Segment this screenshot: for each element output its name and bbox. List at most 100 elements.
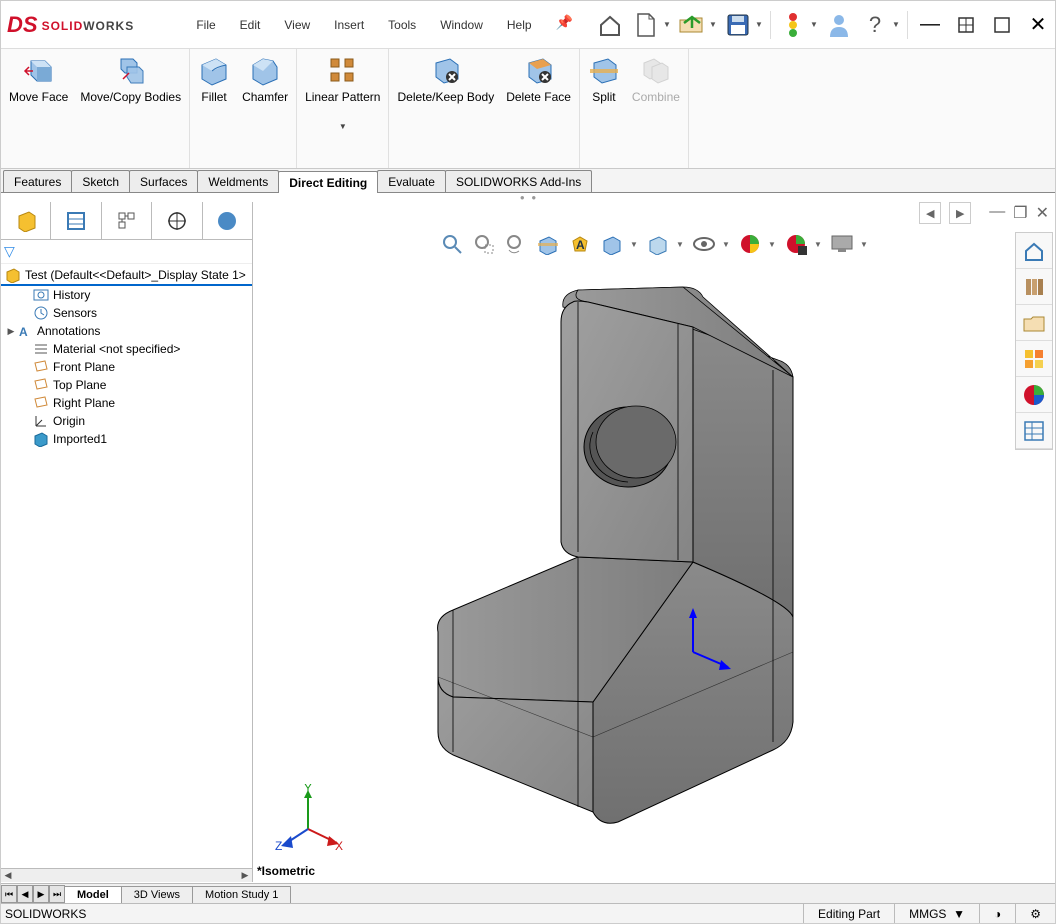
scene-icon[interactable]	[782, 230, 810, 258]
tab-sketch[interactable]: Sketch	[71, 170, 130, 192]
tab-last[interactable]: ⏭	[49, 885, 65, 903]
tree-annotations[interactable]: ▶AAnnotations	[1, 322, 252, 340]
user-button[interactable]	[822, 8, 856, 42]
rebuild-button[interactable]	[776, 8, 810, 42]
tree-front-plane[interactable]: Front Plane	[1, 358, 252, 376]
open-dropdown[interactable]: ▼	[709, 20, 719, 29]
dimxpert-tab[interactable]	[152, 202, 202, 239]
render-icon[interactable]	[828, 230, 856, 258]
tree-imported1[interactable]: Imported1	[1, 430, 252, 448]
orientation-triad[interactable]: Y X Z	[273, 784, 343, 854]
dynamic-annotate-icon[interactable]: A	[566, 230, 594, 258]
home-button[interactable]	[593, 8, 627, 42]
scene-dropdown[interactable]: ▼	[814, 240, 824, 249]
tree-material[interactable]: Material <not specified>	[1, 340, 252, 358]
ribbon-grip[interactable]: ● ●	[1, 193, 1055, 202]
pin-icon[interactable]: 📌	[556, 14, 573, 36]
tree-root[interactable]: Test (Default<<Default>_Display State 1>	[1, 266, 252, 286]
prev-view[interactable]: ◀	[919, 202, 941, 224]
display-style-icon[interactable]	[644, 230, 672, 258]
dock-home-icon[interactable]	[1016, 233, 1052, 269]
tree-history[interactable]: History	[1, 286, 252, 304]
status-opts-icon[interactable]: ⚙	[1015, 904, 1055, 923]
zoom-area-icon[interactable]	[470, 230, 498, 258]
appearance-icon[interactable]	[736, 230, 764, 258]
hide-show-dropdown[interactable]: ▼	[722, 240, 732, 249]
tab-surfaces[interactable]: Surfaces	[129, 170, 198, 192]
view-orientation-icon[interactable]	[598, 230, 626, 258]
filter-row[interactable]: ▽	[1, 240, 252, 264]
tree-sensors[interactable]: Sensors	[1, 304, 252, 322]
render-dropdown[interactable]: ▼	[860, 240, 870, 249]
help-button[interactable]: ?	[858, 8, 892, 42]
delete-face-button[interactable]: Delete Face	[500, 53, 577, 105]
dock-view-palette-icon[interactable]	[1016, 341, 1052, 377]
tab-next[interactable]: ▶	[33, 885, 49, 903]
menu-file[interactable]: File	[186, 14, 225, 36]
split-button[interactable]: Split	[582, 53, 626, 105]
help-dropdown[interactable]: ▼	[892, 20, 902, 29]
new-dropdown[interactable]: ▼	[663, 20, 673, 29]
save-dropdown[interactable]: ▼	[755, 20, 765, 29]
feature-tree-tab[interactable]	[1, 202, 51, 239]
minimize-window[interactable]: —	[913, 8, 947, 42]
linear-pattern-dropdown[interactable]: ▼	[339, 121, 347, 133]
tab-first[interactable]: ⏮	[1, 885, 17, 903]
tab-evaluate[interactable]: Evaluate	[377, 170, 446, 192]
filter-icon[interactable]: ▽	[4, 243, 15, 259]
config-tab[interactable]	[102, 202, 152, 239]
move-copy-bodies-button[interactable]: Move/Copy Bodies	[74, 53, 187, 105]
fillet-button[interactable]: Fillet	[192, 53, 236, 105]
status-units[interactable]: MMGS ▼	[894, 904, 979, 923]
dock-explorer-icon[interactable]	[1016, 305, 1052, 341]
display-tab[interactable]	[203, 202, 252, 239]
move-face-button[interactable]: Move Face	[3, 53, 74, 105]
tree-top-plane[interactable]: Top Plane	[1, 376, 252, 394]
dock-library-icon[interactable]	[1016, 269, 1052, 305]
save-button[interactable]	[721, 8, 755, 42]
menu-insert[interactable]: Insert	[324, 14, 374, 36]
dock-appearances-icon[interactable]	[1016, 377, 1052, 413]
panel-scroll[interactable]: ◀▶	[1, 868, 252, 882]
view-orientation-dropdown[interactable]: ▼	[630, 240, 640, 249]
section-view-icon[interactable]	[534, 230, 562, 258]
appearance-dropdown[interactable]: ▼	[768, 240, 778, 249]
tab-model[interactable]: Model	[64, 886, 122, 903]
new-button[interactable]	[629, 8, 663, 42]
tree-right-plane[interactable]: Right Plane	[1, 394, 252, 412]
tab-motion-study[interactable]: Motion Study 1	[192, 886, 291, 903]
tab-prev[interactable]: ◀	[17, 885, 33, 903]
tab-features[interactable]: Features	[3, 170, 72, 192]
status-macro-icon[interactable]: ◑	[979, 904, 1015, 923]
graphics-viewport[interactable]: ◀ ▶ — ❐ ✕ A ▼ ▼ ▼ ▼ ▼ ▼	[253, 202, 1055, 882]
close-window[interactable]: ✕	[1021, 8, 1055, 42]
menu-window[interactable]: Window	[430, 14, 493, 36]
delete-keep-body-button[interactable]: Delete/Keep Body	[391, 53, 500, 105]
display-style-dropdown[interactable]: ▼	[676, 240, 686, 249]
hide-show-icon[interactable]	[690, 230, 718, 258]
menu-view[interactable]: View	[274, 14, 320, 36]
viewport-restore[interactable]: ❐	[1013, 203, 1027, 223]
zoom-fit-icon[interactable]	[438, 230, 466, 258]
tab-weldments[interactable]: Weldments	[197, 170, 279, 192]
menu-help[interactable]: Help	[497, 14, 542, 36]
restore-window[interactable]	[949, 8, 983, 42]
previous-view-icon[interactable]	[502, 230, 530, 258]
rebuild-dropdown[interactable]: ▼	[810, 20, 820, 29]
property-tab[interactable]	[51, 202, 101, 239]
tab-3d-views[interactable]: 3D Views	[121, 886, 193, 903]
viewport-minimize[interactable]: —	[989, 203, 1005, 223]
linear-pattern-button[interactable]: Linear Pattern ▼	[299, 53, 386, 135]
menu-tools[interactable]: Tools	[378, 14, 426, 36]
menu-edit[interactable]: Edit	[230, 14, 271, 36]
model-3d[interactable]	[393, 282, 853, 842]
chamfer-button[interactable]: Chamfer	[236, 53, 294, 105]
viewport-close[interactable]: ✕	[1036, 203, 1049, 223]
open-button[interactable]	[675, 8, 709, 42]
maximize-window[interactable]	[985, 8, 1019, 42]
next-view[interactable]: ▶	[949, 202, 971, 224]
dock-properties-icon[interactable]	[1016, 413, 1052, 449]
tab-addins[interactable]: SOLIDWORKS Add-Ins	[445, 170, 592, 192]
tab-direct-editing[interactable]: Direct Editing	[278, 171, 378, 193]
tree-origin[interactable]: Origin	[1, 412, 252, 430]
